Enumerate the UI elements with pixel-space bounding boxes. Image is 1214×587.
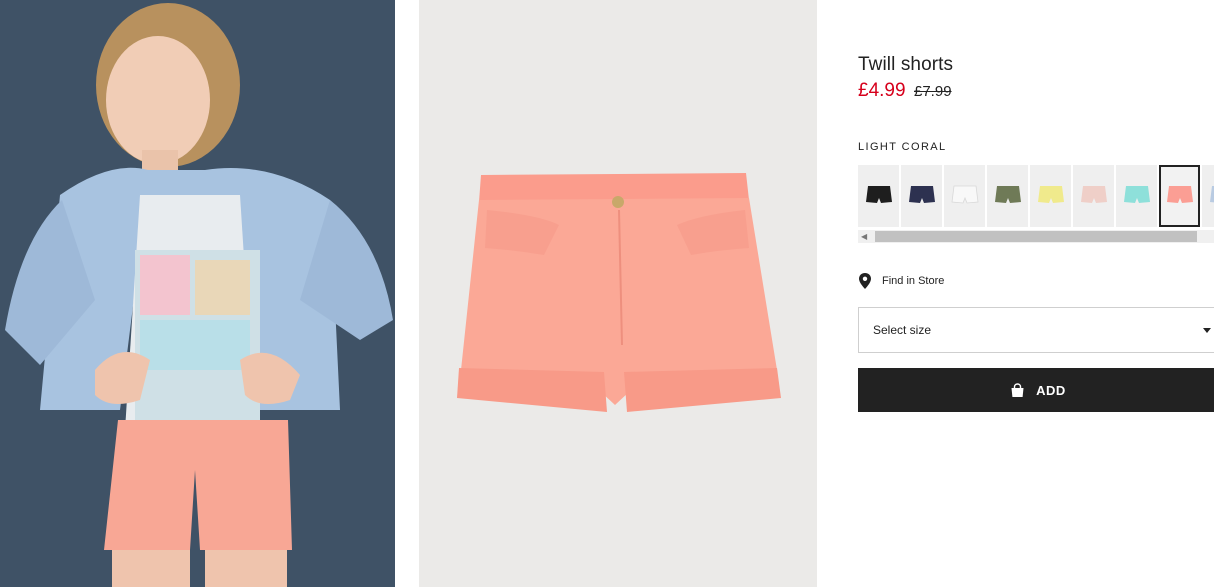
color-swatch-light-blue[interactable] — [1202, 165, 1214, 227]
color-swatch-light-pink[interactable] — [1073, 165, 1114, 227]
location-pin-icon — [859, 273, 871, 289]
find-in-store-link[interactable]: Find in Store — [858, 273, 944, 289]
scroll-left-arrow-icon[interactable]: ◀ — [861, 232, 867, 241]
find-in-store-label: Find in Store — [882, 275, 945, 287]
swatch-shorts-icon — [865, 186, 892, 203]
model-photo[interactable] — [0, 0, 395, 587]
swatch-shorts-icon — [1080, 186, 1107, 203]
swatch-shorts-icon — [1166, 186, 1193, 203]
color-swatch-white[interactable] — [944, 165, 985, 227]
swatch-shorts-icon — [1037, 186, 1064, 203]
color-swatch-black[interactable] — [858, 165, 899, 227]
color-swatch-navy[interactable] — [901, 165, 942, 227]
color-swatch-mint[interactable] — [1116, 165, 1157, 227]
size-select-label: Select size — [873, 323, 932, 337]
color-swatch-khaki-green[interactable] — [987, 165, 1028, 227]
scrollbar-thumb[interactable] — [875, 231, 1197, 242]
chevron-down-icon — [1203, 328, 1211, 333]
product-title: Twill shorts — [858, 54, 954, 75]
color-swatch-light-yellow[interactable] — [1030, 165, 1071, 227]
selected-color-label: LIGHT CORAL — [858, 141, 947, 153]
original-price: £7.99 — [914, 83, 952, 100]
model-image — [0, 0, 395, 587]
add-button-label: ADD — [1036, 382, 1066, 398]
swatch-shorts-icon — [1123, 186, 1150, 203]
color-swatch-light-coral[interactable] — [1159, 165, 1200, 227]
color-swatch-list — [858, 165, 1214, 227]
product-photo[interactable] — [419, 0, 817, 587]
shopping-bag-icon — [1011, 382, 1024, 397]
add-to-bag-button[interactable]: ADD — [858, 368, 1214, 412]
swatch-shorts-icon — [994, 186, 1021, 203]
swatch-shorts-icon — [951, 185, 978, 204]
swatch-scrollbar[interactable]: ◀ — [858, 230, 1214, 243]
price-row: £4.99 £7.99 — [858, 80, 952, 102]
swatch-shorts-icon — [908, 186, 935, 203]
swatch-shorts-icon — [1209, 186, 1214, 203]
shorts-image — [419, 0, 817, 587]
product-info-panel: Twill shorts £4.99 £7.99 LIGHT CORAL ◀ F… — [858, 0, 1214, 587]
size-select[interactable]: Select size — [858, 307, 1214, 353]
sale-price: £4.99 — [858, 80, 906, 101]
